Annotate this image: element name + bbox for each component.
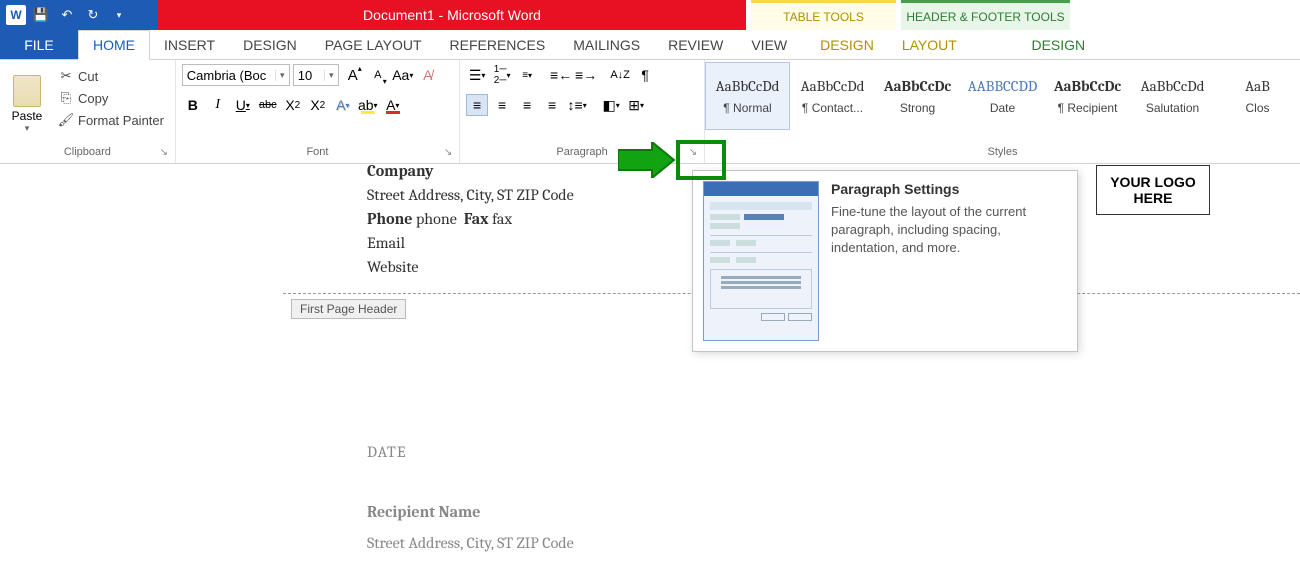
group-styles: AaBbCcDd¶ NormalAaBbCcDd¶ Contact...AaBb… (705, 60, 1300, 163)
group-clipboard: Paste ▾ ✂Cut ⎘Copy 🖌Format Painter Clipb… (0, 60, 176, 163)
italic-button[interactable]: I (207, 94, 229, 116)
multilevel-list-button[interactable]: ≡▾ (516, 64, 538, 86)
styles-gallery[interactable]: AaBbCcDd¶ NormalAaBbCcDd¶ Contact...AaBb… (705, 60, 1300, 141)
undo-icon[interactable]: ↶ (56, 4, 78, 26)
group-font: Cambria (Boc▾ 10▾ A▴ A▾ Aa▾ A̸ B I U▾ ab… (176, 60, 460, 163)
bold-button[interactable]: B (182, 94, 204, 116)
group-label-paragraph: Paragraph (556, 146, 607, 158)
document-body[interactable]: DATE Recipient Name Street Address, City… (367, 437, 574, 558)
paste-label: Paste (12, 109, 43, 123)
redo-icon[interactable]: ↻ (82, 4, 104, 26)
tab-mailings[interactable]: MAILINGS (559, 30, 654, 59)
text-effects-button[interactable]: A▾ (332, 94, 354, 116)
clear-formatting-button[interactable]: A̸ (417, 64, 439, 86)
tooltip-preview-image (703, 181, 819, 341)
tab-design[interactable]: DESIGN (229, 30, 311, 59)
tab-table-design[interactable]: DESIGN (806, 30, 888, 59)
document-area: Company Street Address, City, ST ZIP Cod… (0, 165, 1300, 569)
change-case-button[interactable]: Aa▾ (392, 64, 414, 86)
clipboard-launcher[interactable]: ↘ (157, 145, 171, 159)
bullets-button[interactable]: ☰▾ (466, 64, 488, 86)
header-tag: First Page Header (291, 299, 406, 319)
increase-indent-button[interactable]: ≡→ (575, 64, 597, 86)
font-name-combo[interactable]: Cambria (Boc▾ (182, 64, 290, 86)
tab-review[interactable]: REVIEW (654, 30, 737, 59)
group-label-font: Font (306, 146, 328, 158)
shading-button[interactable]: ◧▾ (600, 94, 622, 116)
align-center-button[interactable]: ≡ (491, 94, 513, 116)
font-launcher[interactable]: ↘ (441, 145, 455, 159)
subscript-button[interactable]: X2 (282, 94, 304, 116)
style-tile-0[interactable]: AaBbCcDd¶ Normal (705, 62, 790, 130)
strikethrough-button[interactable]: abc (257, 94, 279, 116)
tab-file[interactable]: FILE (0, 30, 78, 59)
sort-button[interactable]: A↓Z (609, 64, 631, 86)
save-icon[interactable]: 💾 (30, 4, 52, 26)
title-bar: W 💾 ↶ ↻ ▾ Document1 - Microsoft Word TAB… (0, 0, 1300, 30)
logo-placeholder[interactable]: YOUR LOGO HERE (1096, 165, 1210, 215)
quick-access-toolbar: W 💾 ↶ ↻ ▾ (0, 0, 158, 30)
font-color-button[interactable]: A▾ (382, 94, 404, 116)
highlight-button[interactable]: ab▾ (357, 94, 379, 116)
style-tile-2[interactable]: AaBbCcDcStrong (875, 62, 960, 130)
superscript-button[interactable]: X2 (307, 94, 329, 116)
tab-view[interactable]: VIEW (737, 30, 801, 59)
style-tile-5[interactable]: AaBbCcDdSalutation (1130, 62, 1215, 130)
format-painter-button[interactable]: 🖌Format Painter (54, 110, 168, 130)
font-size-combo[interactable]: 10▾ (293, 64, 339, 86)
paragraph-settings-tooltip: Paragraph Settings Fine-tune the layout … (692, 170, 1078, 352)
word-app-icon[interactable]: W (6, 5, 26, 25)
style-tile-1[interactable]: AaBbCcDd¶ Contact... (790, 62, 875, 130)
annotation-highlight-box (676, 140, 726, 180)
justify-button[interactable]: ≡ (541, 94, 563, 116)
shrink-font-button[interactable]: A▾ (367, 64, 389, 86)
tab-page-layout[interactable]: PAGE LAYOUT (311, 30, 436, 59)
copy-button[interactable]: ⎘Copy (54, 88, 168, 108)
contextual-tab-table-tools: TABLE TOOLS (751, 0, 896, 30)
tab-home[interactable]: HOME (78, 30, 150, 60)
copy-icon: ⎘ (58, 90, 74, 106)
paste-button[interactable]: Paste ▾ (6, 64, 48, 141)
borders-button[interactable]: ⊞▾ (625, 94, 647, 116)
tooltip-description: Fine-tune the layout of the current para… (831, 203, 1065, 258)
underline-button[interactable]: U▾ (232, 94, 254, 116)
qat-customize-icon[interactable]: ▾ (108, 4, 130, 26)
decrease-indent-button[interactable]: ≡← (550, 64, 572, 86)
numbering-button[interactable]: 1─2─▾ (491, 64, 513, 86)
tab-insert[interactable]: INSERT (150, 30, 229, 59)
tooltip-title: Paragraph Settings (831, 181, 1065, 197)
style-tile-3[interactable]: AABBCCDDDate (960, 62, 1045, 130)
cut-icon: ✂ (58, 68, 74, 84)
contextual-tab-header-footer-tools: HEADER & FOOTER TOOLS (901, 0, 1070, 30)
format-painter-icon: 🖌 (58, 112, 74, 128)
style-tile-6[interactable]: AaBClos (1215, 62, 1300, 130)
tab-references[interactable]: REFERENCES (436, 30, 560, 59)
show-marks-button[interactable]: ¶ (634, 64, 656, 86)
tab-header-footer-design[interactable]: DESIGN (976, 30, 1141, 59)
group-label-clipboard: Clipboard (64, 146, 111, 158)
align-right-button[interactable]: ≡ (516, 94, 538, 116)
cut-button[interactable]: ✂Cut (54, 66, 168, 86)
grow-font-button[interactable]: A▴ (342, 64, 364, 86)
window-title: Document1 - Microsoft Word (158, 0, 746, 30)
ribbon-tab-strip: FILE HOME INSERT DESIGN PAGE LAYOUT REFE… (0, 30, 1300, 60)
line-spacing-button[interactable]: ↕≡▾ (566, 94, 588, 116)
align-left-button[interactable]: ≡ (466, 94, 488, 116)
paste-icon (13, 75, 41, 107)
tab-table-layout[interactable]: LAYOUT (888, 30, 971, 59)
style-tile-4[interactable]: AaBbCcDc¶ Recipient (1045, 62, 1130, 130)
annotation-arrow-icon (618, 142, 676, 178)
group-label-styles: Styles (988, 146, 1018, 158)
